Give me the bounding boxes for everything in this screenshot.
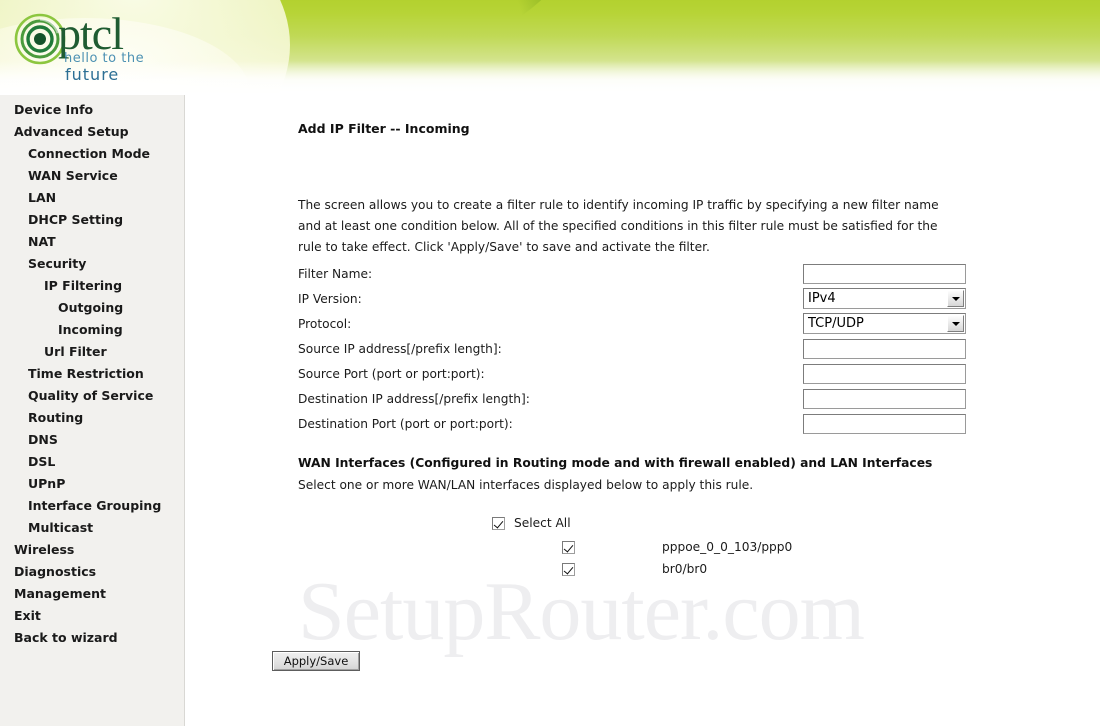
sidebar-item-multicast[interactable]: Multicast [0, 517, 184, 539]
sidebar-item-exit[interactable]: Exit [0, 605, 184, 627]
sidebar-item-diagnostics[interactable]: Diagnostics [0, 561, 184, 583]
sidebar-item-incoming[interactable]: Incoming [0, 319, 184, 341]
caret-glyph [951, 321, 960, 326]
source-ip-address-prefix-length-input[interactable] [803, 338, 966, 359]
interface-list: pppoe_0_0_103/ppp0 br0/br0 [562, 536, 792, 580]
sidebar-item-management[interactable]: Management [0, 583, 184, 605]
form-row: Source Port (port or port:port): [298, 361, 968, 386]
select-all-checkbox[interactable] [492, 516, 505, 530]
form-field-control-cell: TCP/UDP [803, 311, 968, 336]
chevron-down-icon[interactable] [947, 290, 964, 307]
logo-tagline-line2: future [65, 65, 120, 84]
form-row: IP Version: IPv4 [298, 286, 968, 311]
sidebar-item-outgoing[interactable]: Outgoing [0, 297, 184, 319]
sidebar-item-dhcp-setting[interactable]: DHCP Setting [0, 209, 184, 231]
ptcl-logo[interactable]: ptcl hello to the future [14, 8, 174, 86]
form-field-control-cell [803, 386, 968, 411]
form-field-control-cell [803, 361, 968, 386]
form-row: Protocol: TCP/UDP [298, 311, 968, 336]
sidebar-item-nat[interactable]: NAT [0, 231, 184, 253]
sidebar-item-routing[interactable]: Routing [0, 407, 184, 429]
filter-form: Filter Name: IP Version: IPv4 Protocol: TCP/… [298, 261, 968, 436]
sidebar-item-quality-of-service[interactable]: Quality of Service [0, 385, 184, 407]
apply-save-button[interactable]: Apply/Save [272, 651, 360, 671]
sidebar-item-connection-mode[interactable]: Connection Mode [0, 143, 184, 165]
form-field-label: Protocol: [298, 316, 352, 331]
form-field-label: Destination IP address[/prefix length]: [298, 391, 530, 406]
sidebar-item-url-filter[interactable]: Url Filter [0, 341, 184, 363]
form-field-control-cell [803, 411, 968, 436]
form-field-control-cell [803, 261, 968, 286]
wan-interfaces-subtext: Select one or more WAN/LAN interfaces di… [298, 478, 754, 492]
interface-checkbox[interactable] [562, 540, 575, 554]
router-admin-page: ptcl hello to the future Device Info Adva… [0, 0, 1100, 726]
select-all-label: Select All [514, 516, 571, 530]
form-field-control-cell [803, 336, 968, 361]
sidebar-navigation: Device Info Advanced Setup Connection Mode… [0, 95, 185, 726]
ip-version-select[interactable]: IPv4 [803, 288, 966, 309]
destination-port-port-or-port-port-input[interactable] [803, 413, 966, 434]
sidebar-item-dsl[interactable]: DSL [0, 451, 184, 473]
header-banner: ptcl hello to the future [0, 0, 1100, 95]
caret-glyph [951, 296, 960, 301]
sidebar-item-advanced-setup[interactable]: Advanced Setup [0, 121, 184, 143]
form-field-label: Source IP address[/prefix length]: [298, 341, 502, 356]
logo-tagline-line1: hello to the [64, 51, 145, 66]
form-row: Destination Port (port or port:port): [298, 411, 968, 436]
sidebar-item-wireless[interactable]: Wireless [0, 539, 184, 561]
sidebar-item-ip-filtering[interactable]: IP Filtering [0, 275, 184, 297]
main-content: SetupRouter.com Add IP Filter -- Incomin… [186, 95, 1100, 726]
form-field-label: Destination Port (port or port:port): [298, 416, 513, 431]
form-field-label: IP Version: [298, 291, 362, 306]
sidebar-item-upnp[interactable]: UPnP [0, 473, 184, 495]
form-field-label: Source Port (port or port:port): [298, 366, 485, 381]
form-field-label: Filter Name: [298, 266, 373, 281]
sidebar-item-time-restriction[interactable]: Time Restriction [0, 363, 184, 385]
interface-checkbox[interactable] [562, 562, 575, 576]
chevron-down-icon[interactable] [947, 315, 964, 332]
page-title: Add IP Filter -- Incoming [298, 121, 470, 136]
form-row: Destination IP address[/prefix length]: [298, 386, 968, 411]
protocol-select[interactable]: TCP/UDP [803, 313, 966, 334]
sidebar-item-lan[interactable]: LAN [0, 187, 184, 209]
form-row: Source IP address[/prefix length]: [298, 336, 968, 361]
sidebar-item-wan-service[interactable]: WAN Service [0, 165, 184, 187]
interface-row: pppoe_0_0_103/ppp0 [562, 536, 792, 558]
wan-interfaces-heading: WAN Interfaces (Configured in Routing mo… [298, 456, 933, 470]
sidebar-item-dns[interactable]: DNS [0, 429, 184, 451]
source-port-port-or-port-port-input[interactable] [803, 363, 966, 384]
select-all-row[interactable]: Select All [492, 516, 571, 530]
destination-ip-address-prefix-length-input[interactable] [803, 388, 966, 409]
form-row: Filter Name: [298, 261, 968, 286]
interface-row: br0/br0 [562, 558, 792, 580]
sidebar-item-device-info[interactable]: Device Info [0, 99, 184, 121]
intro-description: The screen allows you to create a filter… [298, 198, 939, 255]
protocol-selected-value: TCP/UDP [808, 316, 864, 331]
interface-name: pppoe_0_0_103/ppp0 [662, 540, 793, 554]
sidebar-item-security[interactable]: Security [0, 253, 184, 275]
interface-name: br0/br0 [662, 562, 708, 576]
sidebar-item-back-to-wizard[interactable]: Back to wizard [0, 627, 184, 649]
filter-name-input[interactable] [803, 263, 966, 284]
form-field-control-cell: IPv4 [803, 286, 968, 311]
sidebar-item-interface-grouping[interactable]: Interface Grouping [0, 495, 184, 517]
ip-version-selected-value: IPv4 [808, 291, 836, 306]
